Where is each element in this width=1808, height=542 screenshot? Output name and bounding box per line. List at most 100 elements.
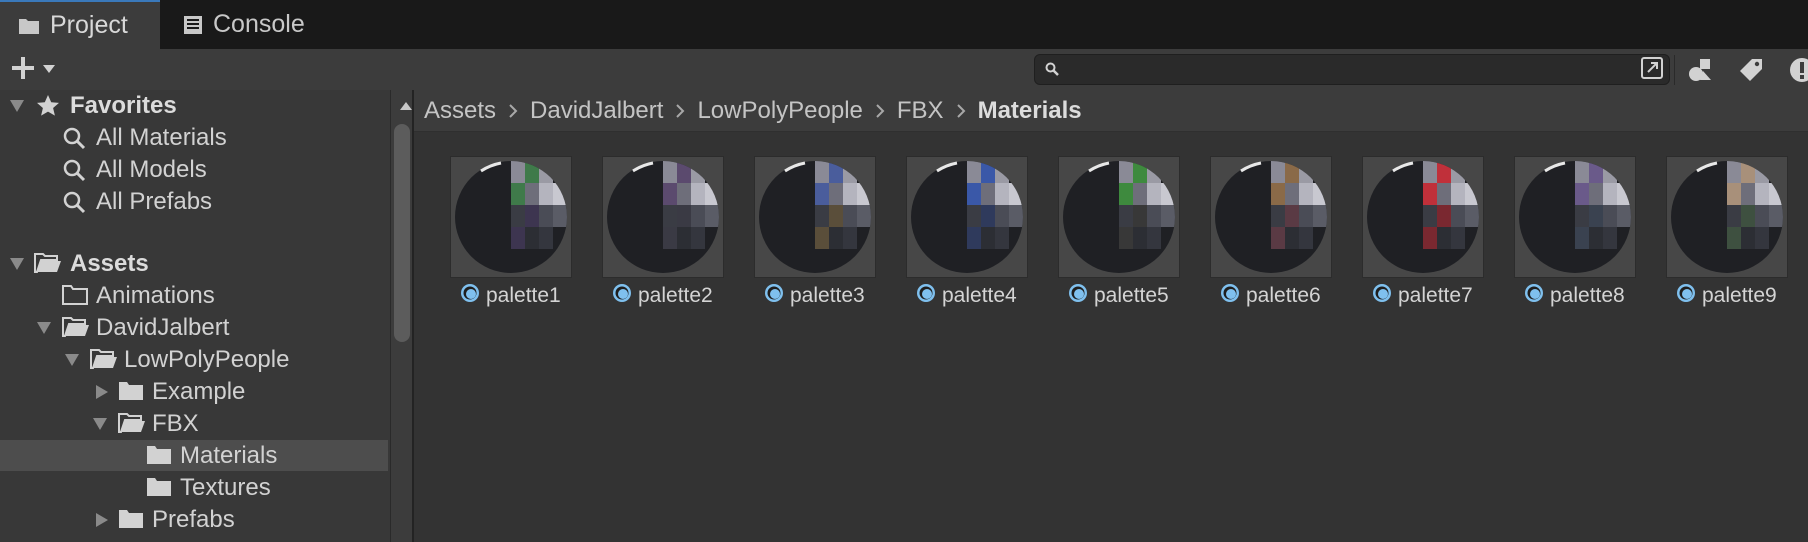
material-preview-thumbnail[interactable]	[1210, 156, 1332, 278]
shapes-icon	[1688, 57, 1714, 88]
tab-project[interactable]: Project	[0, 0, 160, 49]
tree-item-label: Textures	[180, 473, 271, 501]
material-name: palette5	[1094, 284, 1169, 307]
material-asset-label[interactable]: palette3	[764, 283, 865, 309]
material-preview-thumbnail[interactable]	[1058, 156, 1180, 278]
expanded-arrow-icon[interactable]	[36, 320, 52, 336]
breadcrumb-materials[interactable]: Materials	[978, 97, 1082, 125]
collapsed-arrow-icon[interactable]	[94, 512, 110, 528]
material-name: palette7	[1398, 284, 1473, 307]
search-field[interactable]	[1034, 54, 1671, 85]
material-preview-thumbnail[interactable]	[1666, 156, 1788, 278]
material-name: palette6	[1246, 284, 1321, 307]
material-type-icon	[1524, 283, 1544, 309]
tree-item-textures[interactable]: Textures	[0, 472, 388, 503]
tab-project-label: Project	[50, 11, 128, 39]
material-preview-thumbnail[interactable]	[602, 156, 724, 278]
tree-item-label: Prefabs	[152, 505, 235, 533]
tree-item-materials[interactable]: Materials	[0, 440, 388, 471]
tree-item-animations[interactable]: Animations	[0, 280, 388, 311]
material-preview-thumbnail[interactable]	[1362, 156, 1484, 278]
material-asset-label[interactable]: palette7	[1372, 283, 1473, 309]
breadcrumb-fbx[interactable]: FBX	[897, 97, 944, 125]
tree-item-prefabs[interactable]: Prefabs	[0, 504, 388, 535]
material-sphere-icon	[1671, 161, 1783, 273]
chevron-right-icon	[508, 103, 518, 119]
collapsed-arrow-icon[interactable]	[94, 384, 110, 400]
material-asset-label[interactable]: palette4	[916, 283, 1017, 309]
material-asset-label[interactable]: palette6	[1220, 283, 1321, 309]
tree-item-example[interactable]: Example	[0, 376, 388, 407]
tree-item-all-models[interactable]: All Models	[0, 154, 388, 185]
tree-item-label: Example	[152, 377, 246, 405]
chevron-down-icon	[42, 61, 56, 79]
tree-item-lowpolypeople[interactable]: LowPolyPeople	[0, 344, 388, 375]
material-sphere-icon	[455, 161, 567, 273]
scrollbar-thumb[interactable]	[394, 124, 410, 342]
expanded-arrow-icon[interactable]	[9, 98, 25, 114]
scroll-up-arrow-icon[interactable]	[399, 98, 413, 116]
material-name: palette1	[486, 284, 561, 307]
window-tab-bar: Project Console	[0, 0, 1808, 49]
material-sphere-icon	[1063, 161, 1175, 273]
log-warning-filter-button[interactable]	[1784, 55, 1808, 85]
expanded-arrow-icon[interactable]	[92, 416, 108, 432]
material-preview-thumbnail[interactable]	[450, 156, 572, 278]
tree-item-fbx[interactable]: FBX	[0, 408, 388, 439]
console-icon	[183, 15, 203, 35]
tree-item-assets[interactable]: Assets	[0, 248, 388, 279]
search-icon	[62, 126, 86, 150]
add-asset-button[interactable]	[10, 56, 66, 83]
folder-icon	[146, 445, 172, 465]
open-folder-icon	[118, 412, 146, 434]
material-asset-label[interactable]: palette5	[1068, 283, 1169, 309]
tree-item-label: LowPolyPeople	[124, 345, 290, 373]
material-sphere-icon	[911, 161, 1023, 273]
tree-item-all-prefabs[interactable]: All Prefabs	[0, 186, 388, 217]
tree-scrollbar[interactable]	[390, 90, 413, 542]
tab-console[interactable]: Console	[165, 0, 335, 49]
material-name: palette4	[942, 284, 1017, 307]
expanded-arrow-icon[interactable]	[9, 256, 25, 272]
tree-item-label: Animations	[96, 281, 215, 309]
folder-icon	[118, 509, 144, 529]
folder-icon	[146, 477, 172, 497]
breadcrumb-assets[interactable]: Assets	[424, 97, 496, 125]
tree-item-label: All Models	[96, 155, 207, 183]
tree-item-all-materials[interactable]: All Materials	[0, 122, 388, 153]
tree-item-favorites[interactable]: Favorites	[0, 90, 388, 121]
material-asset-label[interactable]: palette1	[460, 283, 561, 309]
material-asset-label[interactable]: palette2	[612, 283, 713, 309]
tree-item-label: Assets	[70, 249, 149, 277]
open-folder-icon	[90, 348, 118, 370]
search-icon	[62, 190, 86, 214]
filter-by-type-button[interactable]	[1684, 55, 1720, 85]
material-asset-label[interactable]: palette8	[1524, 283, 1625, 309]
chevron-right-icon	[875, 103, 885, 119]
material-asset-label[interactable]: palette9	[1676, 283, 1777, 309]
material-name: palette3	[790, 284, 865, 307]
project-toolbar	[0, 49, 1808, 91]
material-type-icon	[916, 283, 936, 309]
search-popout-button[interactable]	[1636, 55, 1668, 85]
material-type-icon	[612, 283, 632, 309]
tree-item-label: All Materials	[96, 123, 227, 151]
project-folder-tree: Favorites All Materials All Models All P…	[0, 90, 390, 542]
material-type-icon	[1372, 283, 1392, 309]
toolbar-divider	[1674, 55, 1675, 85]
empty-folder-icon	[62, 285, 88, 305]
expanded-arrow-icon[interactable]	[64, 352, 80, 368]
breadcrumb-davidjalbert[interactable]: DavidJalbert	[530, 97, 663, 125]
open-folder-icon	[62, 316, 90, 338]
tree-item-davidjalbert[interactable]: DavidJalbert	[0, 312, 388, 343]
material-preview-thumbnail[interactable]	[906, 156, 1028, 278]
tree-item-label: DavidJalbert	[96, 313, 230, 341]
material-name: palette9	[1702, 284, 1777, 307]
breadcrumb-lowpolypeople[interactable]: LowPolyPeople	[697, 97, 862, 125]
search-icon	[62, 158, 86, 182]
filter-by-label-button[interactable]	[1734, 55, 1770, 85]
tree-item-label: FBX	[152, 409, 199, 437]
search-input[interactable]	[1067, 58, 1671, 84]
material-preview-thumbnail[interactable]	[1514, 156, 1636, 278]
material-preview-thumbnail[interactable]	[754, 156, 876, 278]
